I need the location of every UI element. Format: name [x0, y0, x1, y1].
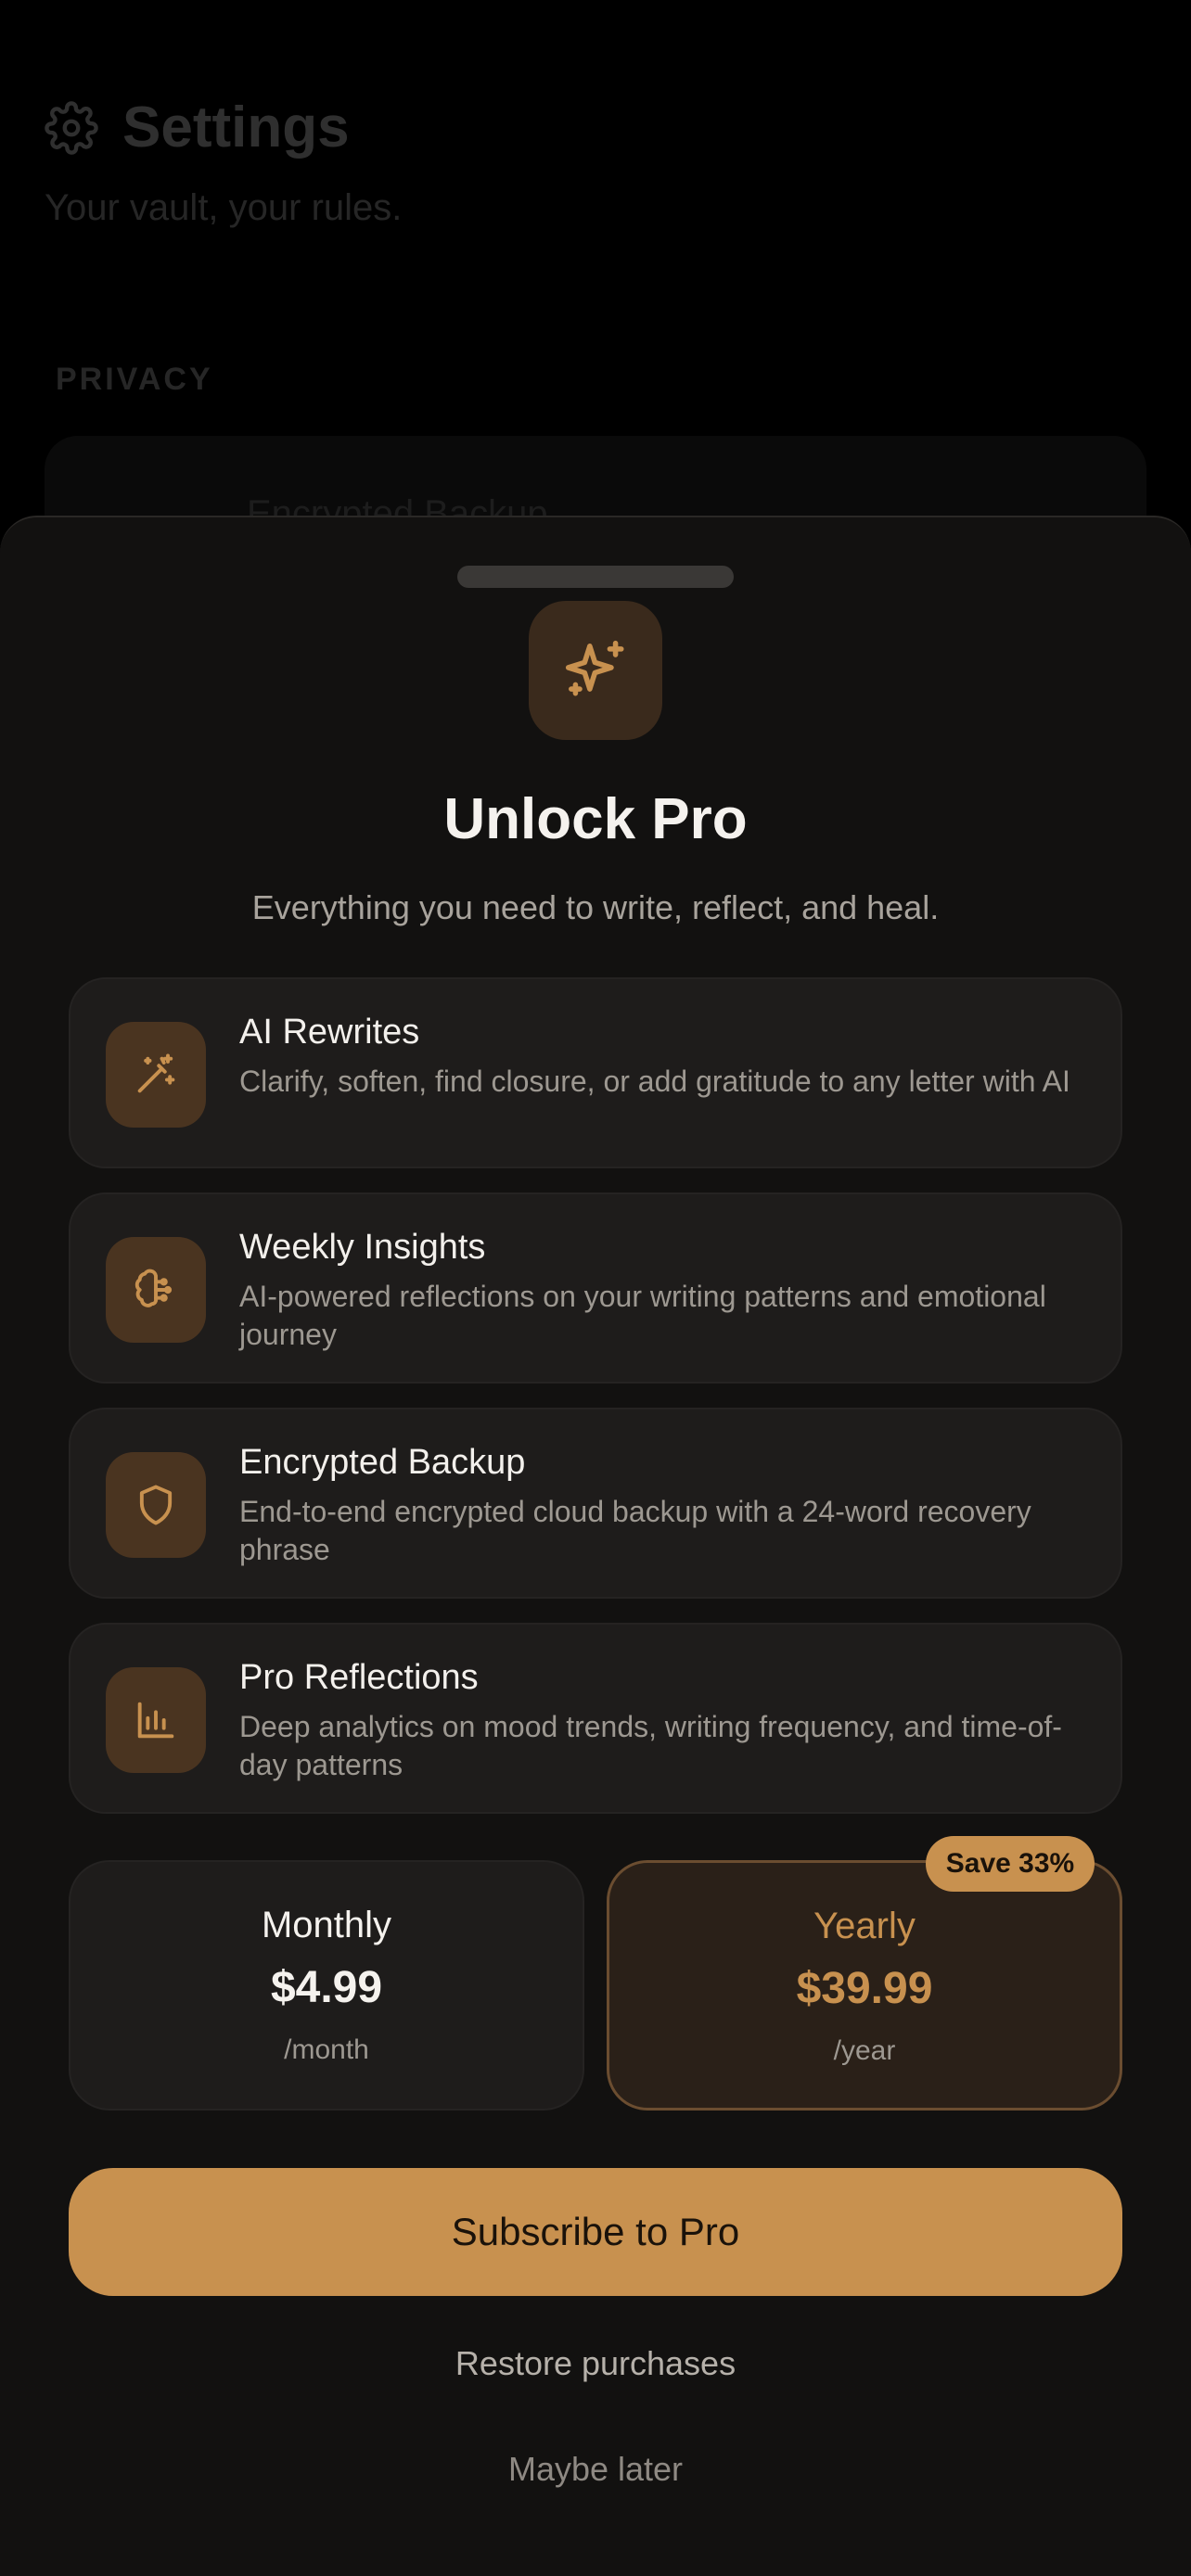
settings-title: Settings: [122, 96, 350, 159]
feature-encrypted-backup: Encrypted Backup End-to-end encrypted cl…: [69, 1408, 1122, 1599]
sheet-title: Unlock Pro: [443, 787, 748, 851]
plan-price: $39.99: [796, 1964, 933, 2013]
shield-icon: [139, 1485, 173, 1525]
plan-selector: Monthly $4.99 /month Yearly $39.99 /year…: [69, 1836, 1122, 2111]
feature-title: Pro Reflections: [239, 1658, 479, 1697]
gear-icon: [45, 100, 98, 155]
feature-description: End-to-end encrypted cloud backup with a…: [239, 1495, 1031, 1566]
save-badge: Save 33%: [926, 1836, 1095, 1892]
feature-pro-reflections: Pro Reflections Deep analytics on mood t…: [69, 1623, 1122, 1814]
feature-weekly-insights: Weekly Insights AI-powered reflections o…: [69, 1192, 1122, 1384]
feature-description: Deep analytics on mood trends, writing f…: [239, 1710, 1062, 1781]
hero-sparkle-badge: [529, 601, 662, 740]
bar-chart-icon: [137, 1702, 174, 1739]
sheet-drag-handle[interactable]: [457, 566, 734, 588]
background-settings-screen: Settings Your vault, your rules. PRIVACY…: [0, 0, 1191, 566]
feature-icon-badge: [106, 1237, 206, 1343]
plan-name: Yearly: [813, 1906, 916, 1946]
page: Settings Your vault, your rules. PRIVACY…: [0, 0, 1191, 2576]
feature-description: AI-powered reflections on your writing p…: [239, 1280, 1046, 1351]
restore-purchases-link[interactable]: Restore purchases: [0, 2344, 1191, 2383]
plan-period: /month: [284, 2034, 369, 2065]
settings-subtitle: Your vault, your rules.: [45, 187, 403, 228]
subscribe-button[interactable]: Subscribe to Pro: [69, 2168, 1122, 2296]
feature-description: Clarify, soften, find closure, or add gr…: [239, 1065, 1070, 1098]
feature-icon-badge: [106, 1452, 206, 1558]
feature-icon-badge: [106, 1667, 206, 1773]
brain-icon: [134, 1269, 173, 1307]
plan-monthly-card[interactable]: Monthly $4.99 /month: [69, 1860, 584, 2111]
feature-list: AI Rewrites Clarify, soften, find closur…: [69, 977, 1122, 1838]
feature-ai-rewrites: AI Rewrites Clarify, soften, find closur…: [69, 977, 1122, 1168]
sparkle-icon: [565, 640, 624, 696]
plan-price: $4.99: [270, 1963, 383, 2012]
unlock-pro-sheet: Unlock Pro Everything you need to write,…: [0, 516, 1191, 2576]
feature-icon-badge: [106, 1022, 206, 1128]
feature-title: AI Rewrites: [239, 1013, 420, 1052]
plan-name: Monthly: [261, 1905, 392, 1945]
magic-wand-icon: [137, 1053, 175, 1093]
privacy-section-label: PRIVACY: [56, 362, 213, 397]
maybe-later-link[interactable]: Maybe later: [0, 2450, 1191, 2489]
plan-yearly-card[interactable]: Yearly $39.99 /year: [607, 1860, 1122, 2111]
sheet-subtitle: Everything you need to write, reflect, a…: [251, 888, 940, 926]
feature-title: Encrypted Backup: [239, 1443, 526, 1482]
settings-header: Settings: [45, 95, 350, 160]
plan-period: /year: [833, 2035, 896, 2066]
feature-title: Weekly Insights: [239, 1228, 486, 1267]
